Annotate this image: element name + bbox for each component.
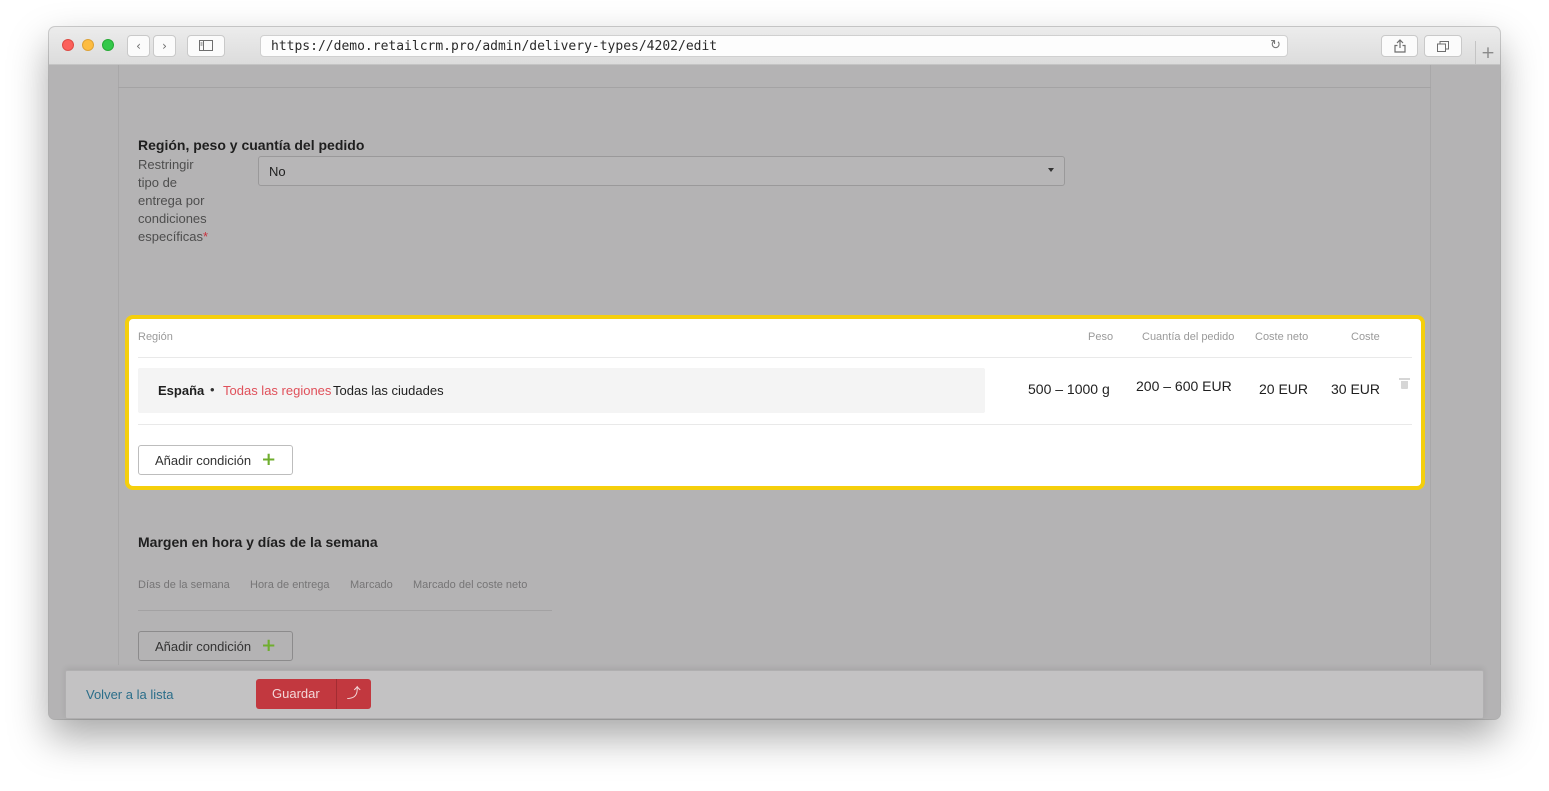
chevron-right-icon: ›	[162, 39, 167, 53]
restrict-conditions-value: No	[269, 164, 286, 179]
add-margin-condition-button[interactable]: Añadir condición +	[138, 631, 294, 661]
back-to-list-link[interactable]: Volver a la lista	[86, 687, 173, 702]
divider	[138, 424, 1412, 425]
caret-down-icon	[1048, 168, 1054, 172]
restrict-conditions-select[interactable]: No	[258, 156, 1065, 186]
minimize-window-button[interactable]	[82, 39, 94, 51]
restrict-conditions-label: Restringir tipo de entrega por condicion…	[138, 157, 209, 244]
form-footer: Volver a la lista Guardar ⤴	[65, 670, 1484, 719]
divider	[118, 87, 1431, 88]
new-tab-button[interactable]: +	[1475, 41, 1500, 65]
chevron-left-icon: ‹	[136, 39, 141, 53]
order-amount-range[interactable]: 200 – 600 EUR	[1136, 378, 1232, 394]
forward-nav-button[interactable]: ›	[153, 35, 176, 57]
column-header-weekdays: Días de la semana	[138, 579, 230, 591]
back-nav-button[interactable]: ‹	[127, 35, 150, 57]
region-selector[interactable]: España • Todas las regiones Todas las ci…	[138, 368, 985, 413]
divider	[138, 357, 1412, 358]
plus-icon: +	[261, 635, 277, 656]
trash-icon[interactable]	[1399, 378, 1410, 389]
net-cost-value[interactable]: 20 EUR	[1259, 381, 1308, 397]
tabs-icon	[1437, 41, 1449, 52]
required-mark: *	[203, 229, 209, 244]
region-separator: •	[210, 382, 215, 397]
divider	[138, 610, 552, 611]
address-bar[interactable]: https://demo.retailcrm.pro/admin/deliver…	[260, 35, 1288, 57]
share-icon	[1393, 39, 1406, 53]
column-header-markup: Marcado	[350, 579, 393, 591]
column-header-weight: Peso	[1088, 331, 1114, 343]
tabs-overview-button[interactable]	[1424, 35, 1462, 57]
region-regions: Todas las regiones	[223, 383, 332, 398]
weight-range[interactable]: 500 – 1000 g	[1028, 381, 1110, 397]
browser-titlebar: ‹ › https://demo.retailcrm.pro/admin/del…	[49, 27, 1500, 65]
zoom-window-button[interactable]	[102, 39, 114, 51]
save-and-stay-button[interactable]: ⤴	[335, 679, 371, 709]
section-title-region: Región, peso y cuantía del pedido	[138, 137, 365, 153]
column-header-net-markup: Marcado del coste neto	[413, 579, 528, 591]
column-header-cost: Coste	[1351, 331, 1380, 343]
cost-value[interactable]: 30 EUR	[1331, 381, 1380, 397]
save-button[interactable]: Guardar	[256, 679, 336, 709]
add-condition-button[interactable]: Añadir condición +	[138, 445, 294, 475]
region-cities: Todas las ciudades	[333, 383, 444, 398]
arrow-up-icon: ⤴	[346, 686, 361, 702]
region-country: España	[158, 383, 205, 398]
add-condition-label: Añadir condición	[155, 452, 252, 468]
reload-icon[interactable]: ↻	[1270, 38, 1281, 53]
column-header-region: Región	[138, 331, 173, 343]
sidebar-toggle-button[interactable]	[187, 35, 225, 57]
sidebar-icon	[199, 40, 213, 51]
save-button-group: Guardar ⤴	[256, 679, 371, 709]
browser-window: ‹ › https://demo.retailcrm.pro/admin/del…	[49, 27, 1500, 719]
column-header-order-amount: Cuantía del pedido	[1142, 331, 1235, 343]
address-url: https://demo.retailcrm.pro/admin/deliver…	[271, 39, 718, 54]
close-window-button[interactable]	[62, 39, 74, 51]
plus-icon: +	[261, 449, 277, 470]
page-content: Región, peso y cuantía del pedido Restri…	[49, 65, 1500, 719]
column-header-net-cost: Coste neto	[1255, 331, 1309, 343]
add-condition-label: Añadir condición	[155, 638, 252, 654]
section-title-margin: Margen en hora y días de la semana	[138, 534, 378, 550]
column-header-delivery-time: Hora de entrega	[250, 579, 330, 591]
share-button[interactable]	[1381, 35, 1418, 57]
